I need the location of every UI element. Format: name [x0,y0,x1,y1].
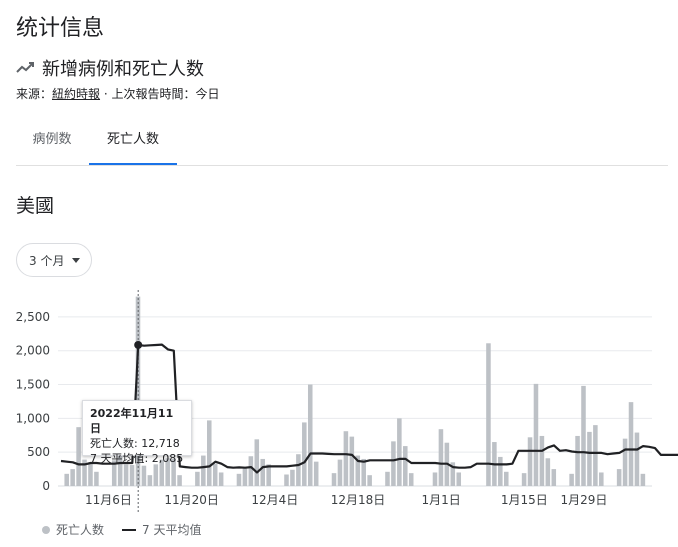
death-bar [456,472,462,486]
y-tick-label: 2,500 [16,310,50,324]
legend-line-label: 7 天平均值 [142,523,202,537]
death-bar [634,432,640,486]
death-bar [212,463,218,486]
death-bar [64,473,69,486]
x-tick-label: 11月20日 [164,493,219,507]
death-bar [408,473,414,486]
tooltip-deaths: 死亡人数: 12,718 [90,437,180,450]
death-bar [504,471,509,486]
death-bar [260,458,265,486]
death-bar [207,420,212,486]
tooltip-date: 2022年11月11日 [90,407,174,435]
trending-icon [16,62,34,73]
death-bar [313,461,319,486]
death-bar [391,441,396,486]
death-bar [551,469,557,486]
death-bar [367,475,372,486]
source-label: 来源： [16,87,53,101]
death-bar [403,446,408,486]
section-title: 新增病例和死亡人数 [42,59,204,80]
death-bar [153,464,159,486]
death-bar [218,472,224,486]
death-bar [254,439,260,486]
death-bar [236,473,242,486]
x-tick-label: 12月18日 [331,493,386,507]
time-range-dropdown[interactable]: 3 个月 [16,243,92,277]
death-bar [539,435,545,486]
death-bar [498,456,503,486]
death-bar [521,473,527,486]
death-bar [147,475,153,486]
legend-line-swatch [122,528,137,531]
death-bar [349,436,355,486]
death-bar [296,454,301,486]
death-bar [581,385,586,486]
y-tick-label: 1,000 [16,411,50,425]
death-bar [628,402,634,486]
x-tick-label: 1月1日 [421,493,460,507]
death-bar [337,459,343,486]
death-bar [569,473,574,486]
tab-deaths[interactable]: 死亡人数 [89,120,177,165]
highlight-point [134,340,143,349]
y-tick-label: 500 [27,445,50,459]
tab-bar: 病例数 死亡人数 [16,120,668,166]
death-bar [331,473,337,486]
death-bar [284,474,289,486]
death-bar [599,472,604,486]
source-link[interactable]: 紐約時報 [52,87,100,101]
y-tick-label: 2,000 [16,344,50,358]
chevron-down-icon [72,257,81,263]
y-tick-label: 1,500 [16,378,50,392]
death-bar [70,469,75,486]
death-bar [587,431,592,486]
x-tick-label: 1月15日 [501,493,548,507]
death-bar [616,469,622,486]
y-tick-label: 0 [42,479,50,493]
death-bar [640,473,646,486]
region-title: 美國 [16,195,55,217]
death-bar [307,384,313,486]
death-bar [361,458,366,486]
death-bar [575,435,580,486]
death-bar [76,427,81,486]
x-tick-label: 12月4日 [251,493,298,507]
time-range-value: 3 个月 [29,253,65,268]
death-bar [195,471,200,486]
tab-cases[interactable]: 病例数 [16,120,88,163]
death-bar [129,465,135,486]
death-bar [533,383,539,486]
death-bar [201,455,206,486]
death-bar [343,431,349,486]
chart-legend: 死亡人数 7 天平均值 [42,521,201,538]
updated-text: · 上次報告時間：今日 [103,87,220,101]
death-bar [242,468,248,486]
death-bar [123,464,129,486]
x-tick-label: 1月29日 [561,493,608,507]
legend-bars-label: 死亡人数 [56,523,105,537]
source-line: 来源：紐約時報 · 上次報告時間：今日 [16,85,220,102]
legend-bars-swatch [42,525,50,534]
chart-tooltip: 2022年11月11日 死亡人数: 12,718 7 天平均值: 2,085 [82,400,192,465]
death-bar [432,472,438,486]
death-bar [177,475,182,486]
death-bar [438,429,444,486]
death-bar [527,437,533,486]
death-bar [302,422,307,486]
death-bar [622,438,628,486]
death-bar [248,456,254,486]
tooltip-average: 7 天平均值: 2,085 [90,452,184,465]
section-header: 新增病例和死亡人数 [16,55,204,81]
death-bar [593,425,598,486]
death-bar [385,471,390,486]
death-bar [545,458,551,486]
x-tick-label: 11月6日 [85,493,132,507]
death-bar [290,469,295,486]
death-bar [94,471,99,486]
death-bar [397,418,402,486]
death-bar [141,465,147,486]
page-title: 统计信息 [16,16,105,41]
